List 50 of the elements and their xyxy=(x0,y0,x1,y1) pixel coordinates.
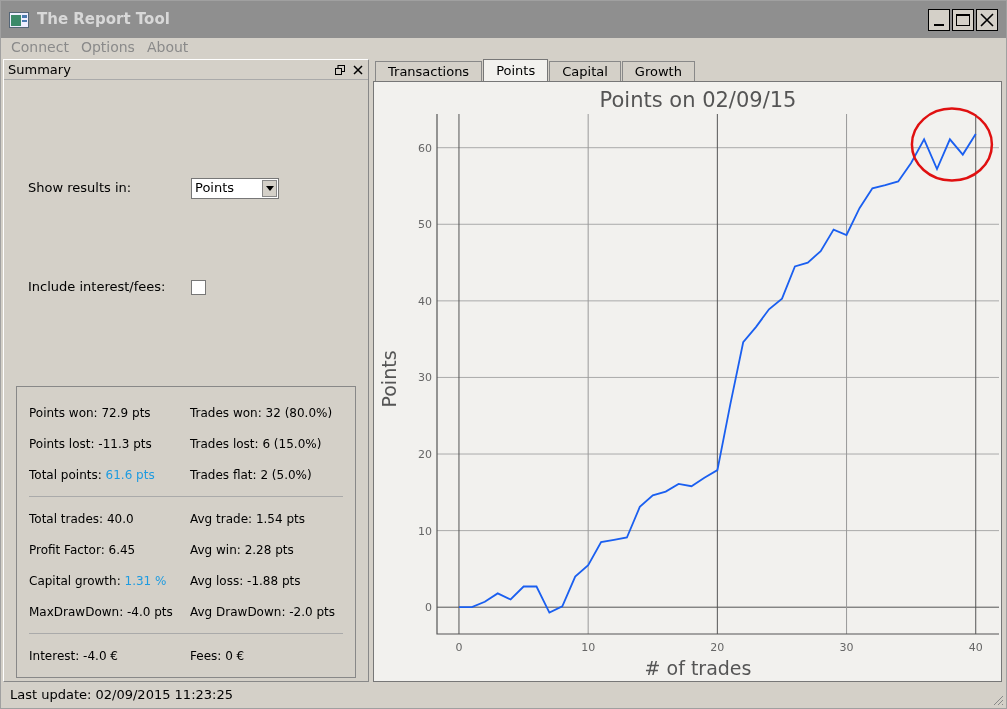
undock-button[interactable] xyxy=(334,63,346,76)
stat-text: Avg DrawDown: -2.0 pts xyxy=(190,603,336,621)
stat-text: Fees: 0 € xyxy=(190,647,245,665)
checkbox[interactable] xyxy=(191,279,206,295)
stat-text: Profit Factor: 6.45 xyxy=(29,541,137,559)
y-tick-label: 30 xyxy=(418,371,432,385)
stat-text: Trades flat: 2 (5.0%) xyxy=(190,466,312,484)
close-panel-button[interactable] xyxy=(352,63,364,76)
status-text: Last update: 02/09/2015 11:23:25 xyxy=(10,686,233,705)
x-axis-label: # of trades xyxy=(644,657,752,679)
tab[interactable]: Points xyxy=(483,59,549,81)
stat-text: MaxDrawDown: -4.0 pts xyxy=(29,603,174,621)
y-tick-label: 50 xyxy=(418,218,432,232)
stat-text: Trades won: 32 (80.0%) xyxy=(190,404,333,422)
stat-text: Avg loss: -1.88 pts xyxy=(190,572,301,590)
app-icon xyxy=(9,11,29,28)
y-tick-label: 60 xyxy=(418,141,432,155)
y-tick-label: 0 xyxy=(425,601,432,615)
tab[interactable]: Transactions xyxy=(375,61,483,81)
y-tick-label: 10 xyxy=(418,524,432,538)
close-button[interactable] xyxy=(976,8,998,31)
maximize-button[interactable] xyxy=(952,8,974,31)
stat-text: Avg win: 2.28 pts xyxy=(190,541,294,559)
minimize-button[interactable] xyxy=(928,8,950,31)
stat-text: Interest: -4.0 € xyxy=(29,647,119,665)
stat-text: Avg trade: 1.54 pts xyxy=(190,510,305,528)
y-tick-label: 20 xyxy=(418,448,432,462)
stat-text: Total points: 61.6 pts xyxy=(29,466,156,484)
x-tick-label: 20 xyxy=(710,641,725,654)
field-label: Show results in: xyxy=(28,179,133,198)
y-axis-label: Points xyxy=(378,350,400,408)
tab[interactable]: Growth xyxy=(621,61,695,81)
y-tick-label: 40 xyxy=(418,294,432,308)
field-label: Include interest/fees: xyxy=(28,278,167,297)
dropdown-arrow-icon xyxy=(265,185,274,191)
stat-text: Points won: 72.9 pts xyxy=(29,404,152,422)
chart-title: Points on 02/09/15 xyxy=(599,88,797,112)
stat-text: Capital growth: 1.31 % xyxy=(29,572,168,590)
stat-text: Total trades: 40.0 xyxy=(29,510,135,528)
x-tick-label: 40 xyxy=(968,641,983,654)
x-tick-label: 10 xyxy=(581,641,596,654)
tab[interactable]: Capital xyxy=(549,61,621,81)
resize-grip-icon xyxy=(992,694,1004,706)
x-tick-label: 30 xyxy=(839,641,854,654)
window-title: The Report Tool xyxy=(37,9,170,31)
stat-text: Points lost: -11.3 pts xyxy=(29,435,153,453)
stat-text: Trades lost: 6 (15.0%) xyxy=(190,435,322,453)
panel-title: Summary xyxy=(8,60,71,79)
results-dropdown[interactable]: Points xyxy=(191,177,279,199)
x-tick-label: 0 xyxy=(455,641,463,654)
